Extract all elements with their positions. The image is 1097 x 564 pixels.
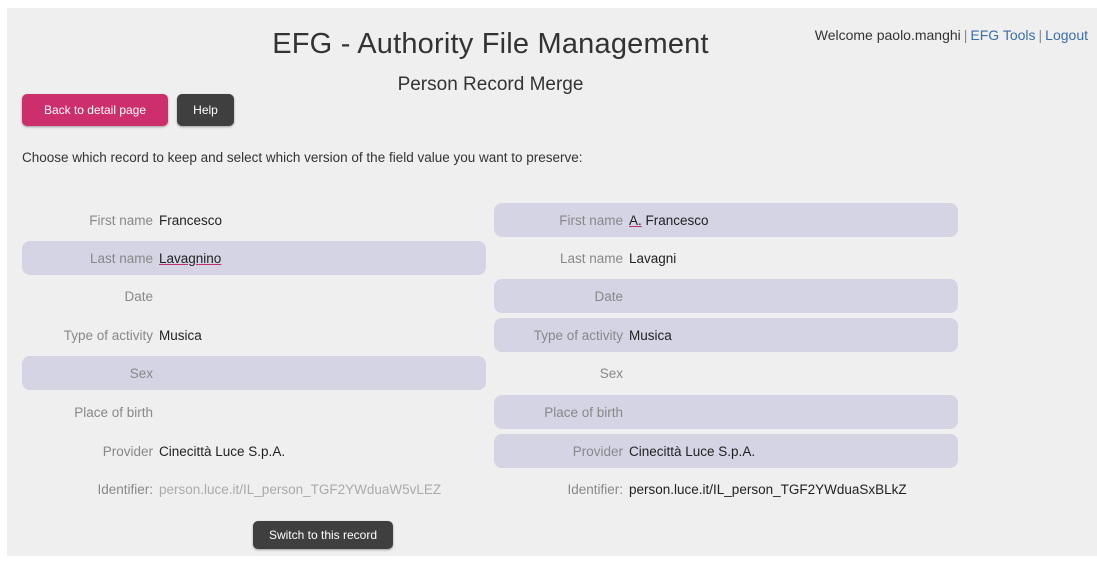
instruction-text: Choose which record to keep and select w… — [22, 150, 583, 165]
field-label: Sex — [599, 365, 623, 381]
field-label: First name — [559, 212, 623, 228]
left-field-first-name[interactable]: First name Francesco — [22, 203, 486, 237]
left-field-place-of-birth[interactable]: Place of birth — [22, 395, 486, 429]
right-field-sex[interactable]: Sex — [494, 356, 958, 390]
right-field-place-of-birth[interactable]: Place of birth — [494, 395, 958, 429]
field-label: Type of activity — [533, 327, 623, 343]
field-label: Last name — [89, 250, 153, 266]
left-identifier: Identifier: person.luce.it/IL_person_TGF… — [22, 472, 486, 506]
field-value: Musica — [629, 327, 672, 343]
field-value: Cinecittà Luce S.p.A. — [629, 443, 756, 459]
field-label: Place of birth — [544, 404, 623, 420]
field-label: Provider — [572, 443, 623, 459]
left-field-last-name[interactable]: Last name Lavagnino — [22, 241, 486, 275]
field-label: Place of birth — [74, 404, 153, 420]
page-subtitle: Person Record Merge — [397, 74, 584, 95]
right-field-last-name[interactable]: Last name Lavagni — [494, 241, 958, 275]
field-label: Provider — [102, 443, 153, 459]
identifier-value: person.luce.it/IL_person_TGF2YWduaSxBLkZ — [629, 481, 907, 497]
field-label: Type of activity — [63, 327, 153, 343]
right-field-date[interactable]: Date — [494, 279, 958, 313]
field-value: Francesco — [159, 212, 223, 228]
field-label: Sex — [129, 365, 153, 381]
right-field-provider[interactable]: Provider Cinecittà Luce S.p.A. — [494, 434, 958, 468]
field-value: A. Francesco — [629, 212, 709, 228]
efg-tools-link[interactable]: EFG Tools — [970, 27, 1035, 43]
field-value-underlined: A. — [629, 212, 642, 228]
separator: | — [1038, 27, 1043, 43]
field-label: Date — [124, 288, 153, 304]
switch-to-this-record-button[interactable]: Switch to this record — [253, 521, 393, 549]
logout-link[interactable]: Logout — [1045, 27, 1088, 43]
field-value: Lavagni — [629, 250, 677, 266]
separator: | — [963, 27, 968, 43]
field-label: Date — [594, 288, 623, 304]
identifier-label: Identifier: — [567, 481, 623, 497]
field-value: Cinecittà Luce S.p.A. — [159, 443, 286, 459]
identifier-value: person.luce.it/IL_person_TGF2YWduaW5vLEZ — [159, 481, 442, 497]
right-field-type-of-activity[interactable]: Type of activity Musica — [494, 318, 958, 352]
left-field-sex[interactable]: Sex — [22, 356, 486, 390]
help-button[interactable]: Help — [177, 94, 234, 126]
field-label: First name — [89, 212, 153, 228]
field-value: Musica — [159, 327, 202, 343]
field-value: Lavagnino — [159, 250, 222, 266]
left-field-type-of-activity[interactable]: Type of activity Musica — [22, 318, 486, 352]
right-identifier: Identifier: person.luce.it/IL_person_TGF… — [494, 472, 958, 506]
user-bar: Welcome paolo.manghi | EFG Tools | Logout — [815, 27, 1088, 43]
welcome-text: Welcome paolo.manghi — [814, 27, 961, 43]
left-field-date[interactable]: Date — [22, 279, 486, 313]
left-field-provider[interactable]: Provider Cinecittà Luce S.p.A. — [22, 434, 486, 468]
field-label: Last name — [559, 250, 623, 266]
back-to-detail-button[interactable]: Back to detail page — [22, 94, 168, 126]
identifier-label: Identifier: — [97, 481, 153, 497]
right-field-first-name[interactable]: First name A. Francesco — [494, 203, 958, 237]
